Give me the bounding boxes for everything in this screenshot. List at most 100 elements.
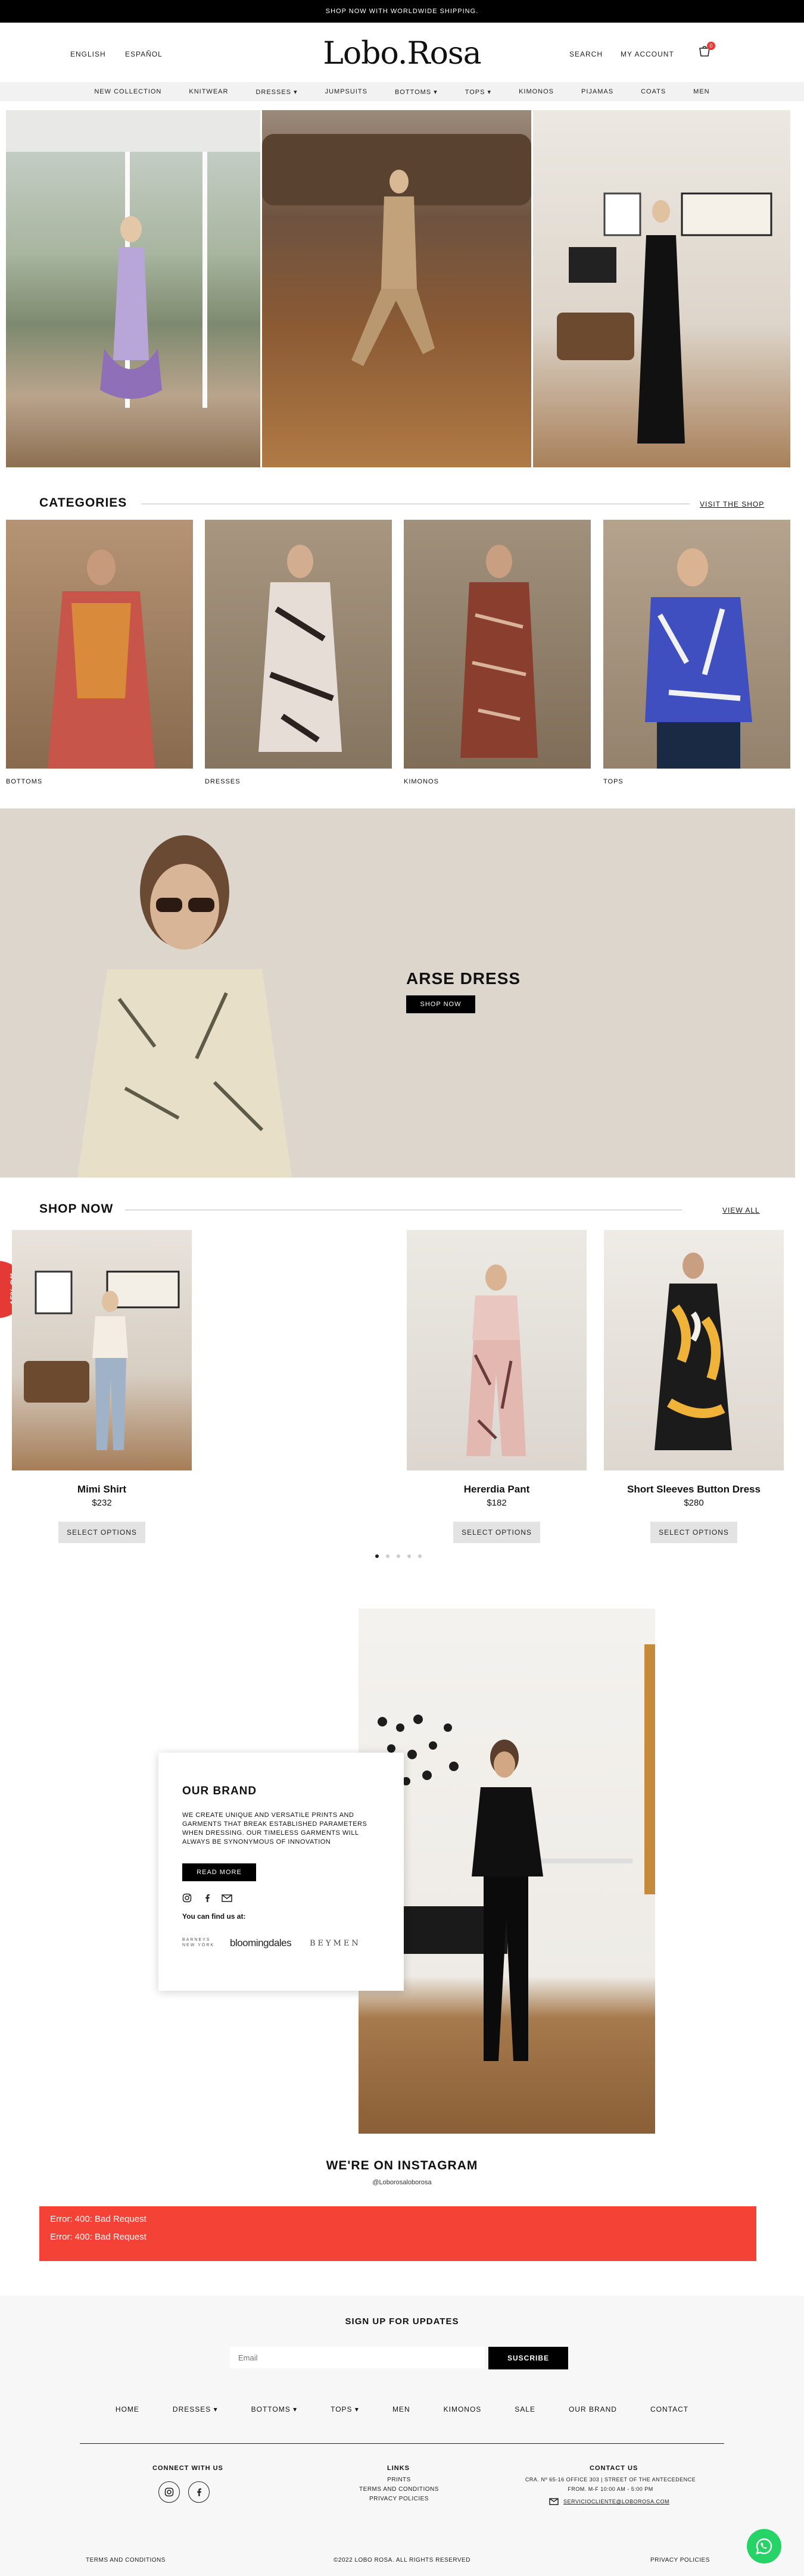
category-image-kimonos[interactable] bbox=[404, 520, 591, 769]
categories-title: Categories bbox=[39, 496, 127, 510]
announcement-text: Shop now with worldwide shipping. bbox=[325, 8, 479, 15]
copyright: ©2022 Lobo Rosa. All rights reserved bbox=[334, 2557, 470, 2563]
announcement-bar: Shop now with worldwide shipping. bbox=[0, 0, 804, 23]
feature-shop-now-button[interactable]: Shop now bbox=[406, 995, 475, 1013]
footer-nav-tops-label: Tops bbox=[331, 2405, 353, 2413]
nav-dresses-label: Dresses bbox=[255, 88, 292, 96]
nav-kimonos[interactable]: Kimonos bbox=[519, 88, 554, 95]
product-image-short-sleeves-button-dress[interactable] bbox=[604, 1230, 784, 1470]
search-link[interactable]: Search bbox=[569, 50, 603, 58]
footer-link-terms[interactable]: Terms and conditions bbox=[334, 2486, 465, 2493]
nav-dresses[interactable]: Dresses ▾ bbox=[255, 88, 297, 96]
retailer-barneys[interactable]: Barneys New York bbox=[182, 1937, 216, 1948]
visit-shop-link[interactable]: Visit the shop bbox=[700, 500, 764, 508]
email-icon bbox=[549, 2498, 559, 2505]
footer-nav: Home Dresses ▾ Bottoms ▾ Tops ▾ Men Kimo… bbox=[0, 2405, 804, 2413]
main-nav: New collection Knitwear Dresses ▾ Jumpsu… bbox=[0, 82, 804, 101]
instagram-title: We're on Instagram bbox=[326, 2159, 478, 2172]
product-image-mimi-shirt[interactable] bbox=[12, 1230, 192, 1470]
nav-pijamas[interactable]: Pijamas bbox=[581, 88, 613, 95]
footer-link-privacy[interactable]: Privacy policies bbox=[334, 2496, 465, 2502]
category-label-kimonos[interactable]: Kimonos bbox=[404, 778, 439, 785]
brand-read-more-button[interactable]: Read more bbox=[182, 1863, 256, 1881]
nav-bottoms[interactable]: Bottoms ▾ bbox=[395, 88, 438, 96]
footer-nav-dresses-label: Dresses bbox=[172, 2405, 211, 2413]
instagram-error-box bbox=[39, 2206, 756, 2261]
footer-nav-contact[interactable]: Contact bbox=[650, 2405, 688, 2413]
category-image-bottoms[interactable] bbox=[6, 520, 193, 769]
category-image-dresses[interactable] bbox=[205, 520, 392, 769]
product-name-hererdia-pant[interactable]: Hererdia Pant bbox=[407, 1484, 587, 1495]
select-options-button-mimi-shirt[interactable]: Select options bbox=[58, 1522, 145, 1543]
nav-new-collection[interactable]: New collection bbox=[94, 88, 161, 95]
connect-title: Connect with us bbox=[152, 2465, 223, 2472]
select-options-button-hererdia-pant[interactable]: Select options bbox=[453, 1522, 540, 1543]
lang-spanish[interactable]: Español bbox=[125, 50, 163, 58]
nav-tops[interactable]: Tops ▾ bbox=[465, 88, 491, 96]
product-name-short-sleeves-button-dress[interactable]: Short Sleeves Button Dress bbox=[604, 1484, 784, 1495]
instagram-error-2: Error: 400: Bad Request bbox=[50, 2232, 147, 2242]
nav-men[interactable]: Men bbox=[693, 88, 709, 95]
feature-title: Arse Dress bbox=[406, 969, 521, 988]
footer-link-prints[interactable]: Prints bbox=[334, 2477, 465, 2483]
footer-nav-bottoms[interactable]: Bottoms ▾ bbox=[251, 2405, 297, 2413]
retailer-bloomingdales[interactable]: bloomingdales bbox=[230, 1937, 292, 1949]
footer-nav-men[interactable]: Men bbox=[392, 2405, 410, 2413]
contact-email[interactable]: serviciocliente@loborosa.com bbox=[563, 2499, 669, 2505]
category-image-tops[interactable] bbox=[603, 520, 790, 769]
cart-count-badge: 0 bbox=[707, 42, 715, 50]
footer-nav-dresses[interactable]: Dresses ▾ bbox=[173, 2405, 218, 2413]
carousel-dot[interactable] bbox=[418, 1554, 422, 1558]
product-price-mimi-shirt: $232 bbox=[92, 1498, 112, 1508]
product-name-mimi-shirt[interactable]: Mimi Shirt bbox=[12, 1484, 192, 1495]
nav-bottoms-label: Bottoms bbox=[394, 88, 432, 96]
carousel-dot[interactable] bbox=[386, 1554, 389, 1558]
instagram-icon[interactable] bbox=[182, 1893, 192, 1903]
category-label-tops[interactable]: Tops bbox=[603, 778, 624, 785]
footer bbox=[0, 2296, 804, 2576]
site-logo[interactable]: Lobo.Rosa bbox=[310, 36, 494, 71]
product-image-hererdia-pant[interactable] bbox=[407, 1230, 587, 1470]
nav-knitwear[interactable]: Knitwear bbox=[189, 88, 228, 95]
account-link[interactable]: My account bbox=[621, 50, 674, 58]
email-icon[interactable] bbox=[222, 1894, 232, 1902]
bottom-privacy-link[interactable]: Privacy policies bbox=[650, 2557, 710, 2563]
signup-email-input[interactable] bbox=[230, 2347, 485, 2368]
brand-text: We create unique and versatile prints an… bbox=[182, 1812, 367, 1846]
footer-nav-bottoms-label: Bottoms bbox=[251, 2405, 291, 2413]
brand-title: Our Brand bbox=[182, 1785, 257, 1797]
view-all-link[interactable]: View all bbox=[722, 1206, 760, 1214]
facebook-icon[interactable] bbox=[202, 1893, 212, 1903]
hero-image-lilac-dress[interactable] bbox=[6, 110, 260, 467]
signup-title: Sign up for updates bbox=[345, 2316, 459, 2327]
carousel-dot[interactable] bbox=[397, 1554, 400, 1558]
footer-nav-kimonos[interactable]: Kimonos bbox=[444, 2405, 482, 2413]
footer-nav-home[interactable]: Home bbox=[116, 2405, 139, 2413]
signup-subscribe-button[interactable]: Suscribe bbox=[488, 2347, 568, 2369]
links-title: Links bbox=[387, 2465, 410, 2472]
hero-image-black-dress[interactable] bbox=[533, 110, 790, 467]
category-label-bottoms[interactable]: Bottoms bbox=[6, 778, 42, 785]
instagram-handle[interactable]: @Loborosaloborosa bbox=[0, 2179, 804, 2186]
retailer-beymen[interactable]: BEYMEN bbox=[310, 1939, 361, 1948]
select-options-button-short-sleeves-button-dress[interactable]: Select options bbox=[650, 1522, 737, 1543]
shop-now-title: Shop now bbox=[39, 1202, 114, 1216]
carousel-dot-active[interactable] bbox=[375, 1554, 379, 1558]
footer-nav-sale[interactable]: Sale bbox=[515, 2405, 535, 2413]
footer-nav-our-brand[interactable]: Our Brand bbox=[569, 2405, 617, 2413]
nav-coats[interactable]: Coats bbox=[641, 88, 666, 95]
footer-nav-tops[interactable]: Tops ▾ bbox=[331, 2405, 359, 2413]
contact-hours: From. M-F 10:00 am - 5:00 pm bbox=[568, 2486, 653, 2492]
product-price-hererdia-pant: $182 bbox=[487, 1498, 507, 1508]
nav-jumpsuits[interactable]: Jumpsuits bbox=[325, 88, 367, 95]
find-us-label: You can find us at: bbox=[182, 1912, 246, 1921]
lang-english[interactable]: English bbox=[70, 50, 106, 58]
category-label-dresses[interactable]: Dresses bbox=[205, 778, 241, 785]
bottom-terms-link[interactable]: Terms and conditions bbox=[86, 2557, 166, 2563]
contact-title: Contact us bbox=[590, 2465, 638, 2472]
hero-image-leopard-outfit[interactable] bbox=[262, 110, 531, 467]
feature-banner-image bbox=[77, 835, 292, 1178]
facebook-icon bbox=[197, 2488, 201, 2496]
product-price-short-sleeves-button-dress: $280 bbox=[684, 1498, 704, 1508]
carousel-dot[interactable] bbox=[407, 1554, 411, 1558]
